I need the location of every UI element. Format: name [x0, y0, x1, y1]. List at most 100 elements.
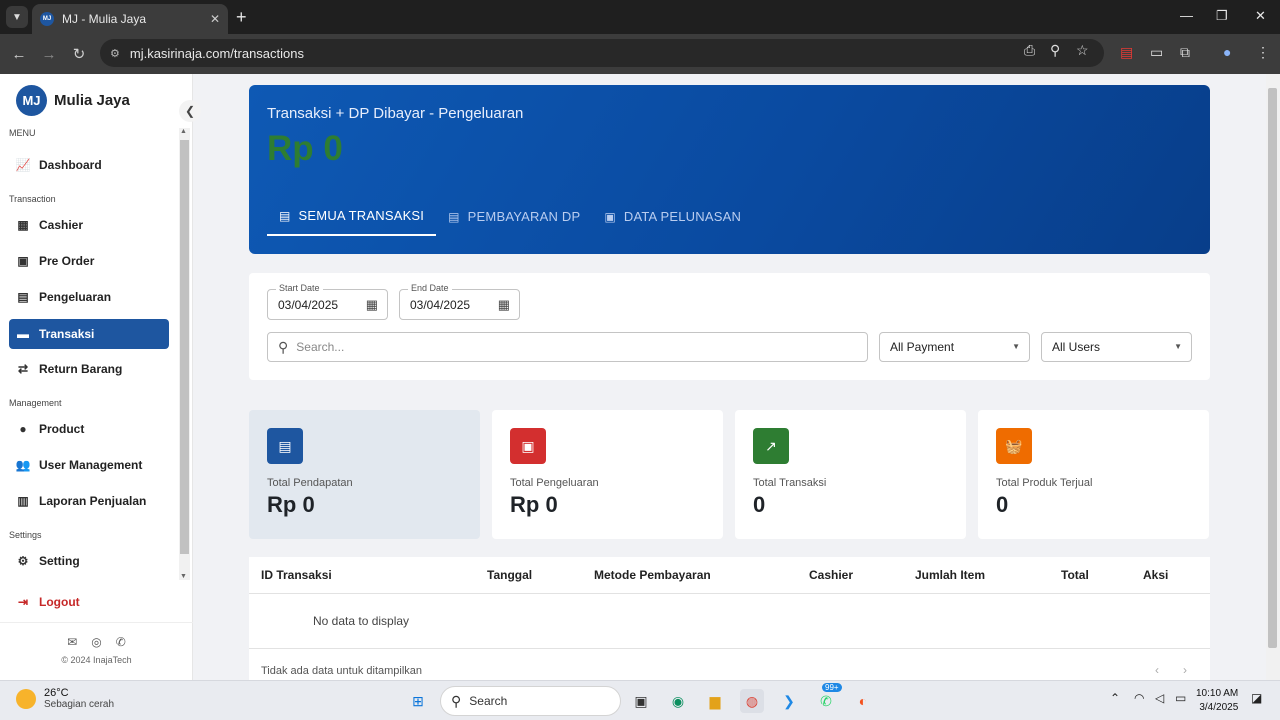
edge-icon[interactable]: ◉: [666, 689, 690, 713]
money-bill-icon: ▣: [510, 428, 546, 464]
media-icon[interactable]: ▭: [1150, 44, 1163, 61]
payment-select-value: All Payment: [890, 340, 955, 354]
start-date-field[interactable]: Start Date 03/04/2025 ▦: [267, 283, 388, 320]
dropdown-arrow-icon: ▼: [1012, 342, 1020, 351]
sidebar-item-label: Product: [39, 422, 85, 436]
sidebar: MJ Mulia Jaya ❮ MENU 📈 Dashboard Transac…: [0, 74, 201, 680]
scroll-up-icon[interactable]: ▲: [180, 128, 187, 135]
money-bill-icon: ▣: [604, 209, 616, 224]
back-icon[interactable]: ←: [4, 46, 34, 63]
sidebar-item-transaksi[interactable]: ▬ Transaksi: [9, 319, 169, 349]
whatsapp-icon[interactable]: ✆: [116, 635, 126, 649]
browser-tab[interactable]: MJ MJ - Mulia Jaya ✕: [32, 4, 228, 34]
scroll-down-icon[interactable]: ▼: [180, 573, 187, 580]
battery-icon[interactable]: ▭: [1175, 691, 1186, 705]
close-tab-icon[interactable]: ✕: [210, 12, 220, 26]
restore-icon[interactable]: ❐: [1216, 8, 1228, 24]
section-menu: MENU: [9, 128, 36, 138]
taskbar-search[interactable]: ⚲ Search: [440, 686, 621, 716]
whatsapp-app-icon[interactable]: ✆ 99+: [814, 683, 842, 713]
sidebar-item-user-management[interactable]: 👥 User Management: [9, 450, 169, 480]
page-scroll-thumb[interactable]: [1268, 88, 1277, 648]
sidebar-item-label: Cashier: [39, 218, 84, 232]
extension-icon[interactable]: ▤: [1120, 44, 1133, 61]
search-input[interactable]: ⚲ Search...: [267, 332, 868, 362]
sidebar-footer: ✉ ◎ ✆ © 2024 InajaTech: [0, 622, 193, 665]
sidebar-item-logout[interactable]: ⇥ Logout: [9, 587, 169, 617]
weather-widget[interactable]: 26°C Sebagian cerah: [16, 687, 114, 710]
sidebar-scrollbar[interactable]: ▲ ▼: [179, 128, 190, 580]
partly-sunny-icon: [16, 688, 36, 709]
tab-label: DATA PELUNASAN: [623, 209, 742, 224]
brand-logo: MJ: [16, 85, 47, 116]
profile-avatar-icon[interactable]: ●: [1223, 44, 1231, 60]
volume-icon[interactable]: ◁: [1155, 691, 1164, 705]
browser-toolbar: ← → ↻ ⚙ mj.kasirinaja.com/transactions ⎙…: [0, 34, 1280, 74]
sidebar-item-dashboard[interactable]: 📈 Dashboard: [9, 150, 169, 180]
sidebar-item-return-barang[interactable]: ⇄ Return Barang: [9, 354, 169, 384]
file-explorer-icon[interactable]: ▆: [703, 689, 727, 713]
calendar-icon[interactable]: ▦: [498, 297, 510, 313]
receipt-icon: ▤: [267, 428, 303, 464]
sidebar-item-product[interactable]: ● Product: [9, 414, 169, 444]
page-scrollbar[interactable]: [1266, 74, 1280, 680]
gear-icon: ⚙: [17, 554, 29, 568]
taskbar: 26°C Sebagian cerah ⊞ ⚲ Search ▣ ◉ ▆ ◍ ❯…: [0, 680, 1280, 720]
email-icon[interactable]: ✉: [67, 635, 77, 649]
column-header[interactable]: Cashier: [809, 568, 853, 582]
start-date-value: 03/04/2025: [278, 298, 339, 312]
search-placeholder: Search...: [296, 340, 345, 354]
zoom-icon[interactable]: ⚲: [1050, 42, 1060, 59]
forward-icon[interactable]: →: [34, 46, 64, 63]
sidebar-item-pre-order[interactable]: ▣ Pre Order: [9, 246, 169, 276]
sidebar-item-cashier[interactable]: ▦ Cashier: [9, 210, 169, 240]
column-header[interactable]: Total: [1061, 568, 1089, 582]
extensions-puzzle-icon[interactable]: ⧉: [1180, 44, 1190, 61]
windows-start-icon[interactable]: ⊞: [406, 689, 430, 713]
new-tab-icon[interactable]: +: [236, 7, 247, 28]
show-hidden-icons-icon[interactable]: ⌃: [1110, 691, 1120, 705]
site-info-icon[interactable]: ⚙: [110, 47, 120, 60]
clock-time: 10:10 AM: [1196, 688, 1239, 699]
column-header[interactable]: Aksi: [1143, 568, 1168, 582]
system-clock[interactable]: 10:10 AM 3/4/2025: [1196, 687, 1238, 715]
tab-data-pelunasan[interactable]: ▣ DATA PELUNASAN: [592, 197, 753, 236]
sidebar-item-label: Pengeluaran: [39, 290, 112, 304]
reload-icon[interactable]: ↻: [64, 45, 94, 63]
sidebar-item-pengeluaran[interactable]: ▤ Pengeluaran: [9, 282, 169, 312]
app-icon[interactable]: ◐: [851, 689, 875, 713]
collapse-sidebar-button[interactable]: ❮: [179, 100, 201, 122]
bookmark-star-icon[interactable]: ☆: [1076, 42, 1089, 59]
column-header[interactable]: Jumlah Item: [915, 568, 985, 582]
wifi-icon[interactable]: ◠: [1134, 691, 1144, 705]
tab-list-chevron-icon[interactable]: ▼: [6, 6, 28, 28]
vscode-icon[interactable]: ❯: [777, 689, 801, 713]
end-date-field[interactable]: End Date 03/04/2025 ▦: [399, 283, 520, 320]
previous-page-icon[interactable]: ‹: [1155, 663, 1159, 677]
sidebar-item-label: Setting: [39, 554, 80, 568]
sidebar-item-setting[interactable]: ⚙ Setting: [9, 546, 169, 576]
basket-icon: 🧺: [996, 428, 1032, 464]
tab-semua-transaksi[interactable]: ▤ SEMUA TRANSAKSI: [267, 197, 437, 236]
column-header[interactable]: ID Transaksi: [261, 568, 332, 582]
column-header[interactable]: Tanggal: [487, 568, 532, 582]
column-header[interactable]: Metode Pembayaran: [594, 568, 711, 582]
address-bar[interactable]: ⚙ mj.kasirinaja.com/transactions ⎙ ⚲ ☆: [100, 39, 1104, 67]
next-page-icon[interactable]: ›: [1183, 663, 1187, 677]
task-view-icon[interactable]: ▣: [629, 689, 653, 713]
tab-pembayaran-dp[interactable]: ▤ PEMBAYARAN DP: [436, 197, 592, 236]
close-window-icon[interactable]: ✕: [1255, 8, 1266, 24]
sidebar-item-label: User Management: [39, 458, 143, 472]
browser-menu-icon[interactable]: ⋮: [1256, 44, 1270, 61]
summary-amount: Rp 0: [267, 129, 343, 168]
users-select[interactable]: All Users ▼: [1041, 332, 1192, 362]
sidebar-scroll-thumb[interactable]: [180, 140, 189, 554]
calendar-icon[interactable]: ▦: [366, 297, 378, 313]
instagram-icon[interactable]: ◎: [91, 635, 101, 649]
notifications-icon[interactable]: ◪: [1251, 691, 1262, 705]
install-app-icon[interactable]: ⎙: [1024, 42, 1035, 59]
sidebar-item-laporan-penjualan[interactable]: ▥ Laporan Penjualan: [9, 486, 169, 516]
minimize-icon[interactable]: —: [1180, 8, 1193, 23]
payment-select[interactable]: All Payment ▼: [879, 332, 1030, 362]
chrome-icon[interactable]: ◍: [740, 689, 764, 713]
